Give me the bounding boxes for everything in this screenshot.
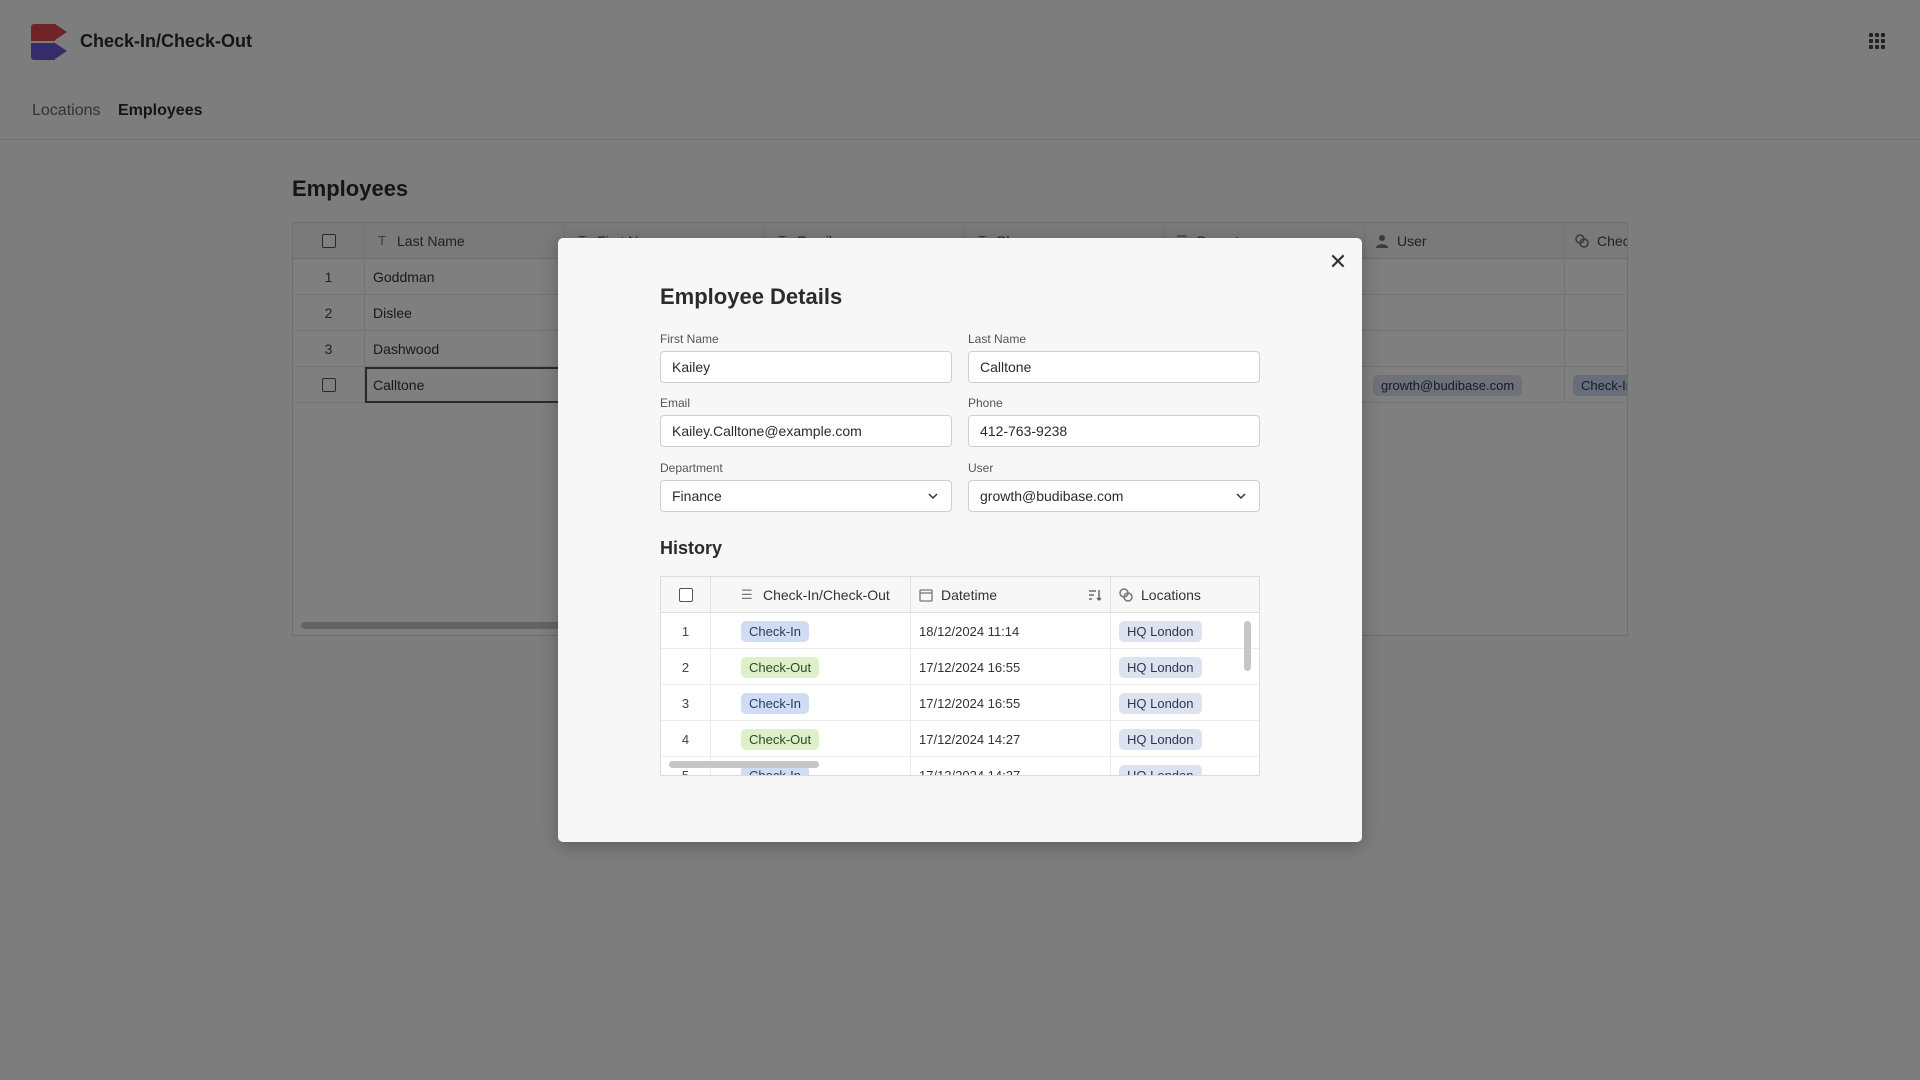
department-value: Finance [672, 488, 722, 504]
calendar-icon [919, 588, 933, 602]
last-name-field[interactable] [968, 351, 1260, 383]
check-out-pill: Check-Out [741, 728, 820, 750]
history-vertical-scrollbar[interactable] [1244, 621, 1251, 671]
last-name-label: Last Name [968, 332, 1027, 346]
options-type-icon: ☰ [741, 587, 753, 602]
history-column-locations[interactable]: Locations [1111, 577, 1259, 613]
check-out-pill: Check-Out [741, 656, 820, 678]
row-number: 4 [661, 721, 711, 757]
last-name-input[interactable] [980, 359, 1248, 375]
history-column-datetime[interactable]: Datetime [911, 577, 1111, 613]
user-select[interactable]: growth@budibase.com [968, 480, 1260, 512]
history-row[interactable]: 1 Check-In 18/12/2024 11:14 HQ London [661, 613, 1259, 649]
history-row[interactable]: 3 Check-In 17/12/2024 16:55 HQ London [661, 685, 1259, 721]
department-select[interactable]: Finance [660, 480, 952, 512]
cell-location[interactable]: HQ London [1111, 721, 1259, 757]
chevron-down-icon [1236, 493, 1246, 500]
cell-location[interactable]: HQ London [1111, 685, 1259, 721]
phone-label: Phone [968, 396, 1003, 410]
cell-location[interactable]: HQ London [1111, 613, 1259, 649]
check-in-pill: Check-In [741, 692, 810, 714]
history-column-type[interactable]: ☰ Check-In/Check-Out [711, 577, 911, 613]
history-select-all-cell [661, 577, 711, 613]
close-icon[interactable]: ✕ [1328, 251, 1348, 273]
modal-title: Employee Details [660, 284, 843, 309]
phone-input[interactable] [980, 423, 1248, 439]
email-label: Email [660, 396, 691, 410]
history-select-all-checkbox[interactable] [678, 588, 693, 602]
row-number: 3 [661, 685, 711, 721]
first-name-field[interactable] [660, 351, 952, 383]
phone-field[interactable] [968, 415, 1260, 447]
department-label: Department [660, 461, 723, 475]
location-pill: HQ London [1119, 620, 1202, 642]
history-horizontal-scrollbar[interactable] [669, 761, 819, 768]
user-label: User [968, 461, 994, 475]
cell-type[interactable]: Check-In [711, 613, 911, 649]
row-number: 2 [661, 649, 711, 685]
cell-location[interactable]: HQ London [1111, 757, 1259, 775]
check-in-pill: Check-In [741, 620, 810, 642]
cell-location[interactable]: HQ London [1111, 649, 1259, 685]
history-table-header: ☰ Check-In/Check-Out Datetime Locations [661, 577, 1259, 613]
cell-datetime[interactable]: 17/12/2024 14:27 [911, 757, 1111, 775]
user-value: growth@budibase.com [980, 488, 1124, 504]
row-number: 1 [661, 613, 711, 649]
cell-type[interactable]: Check-Out [711, 721, 911, 757]
cell-datetime[interactable]: 17/12/2024 16:55 [911, 685, 1111, 721]
cell-datetime[interactable]: 17/12/2024 16:55 [911, 649, 1111, 685]
location-pill: HQ London [1119, 728, 1202, 750]
cell-type[interactable]: Check-In [711, 685, 911, 721]
history-row[interactable]: 4 Check-Out 17/12/2024 14:27 HQ London [661, 721, 1259, 757]
cell-datetime[interactable]: 17/12/2024 14:27 [911, 721, 1111, 757]
history-title: History [660, 538, 723, 558]
cell-type[interactable]: Check-Out [711, 649, 911, 685]
history-row[interactable]: 2 Check-Out 17/12/2024 16:55 HQ London [661, 649, 1259, 685]
location-pill: HQ London [1119, 656, 1202, 678]
sort-icon[interactable] [1088, 588, 1102, 602]
email-input[interactable] [672, 423, 940, 439]
relationship-icon [1119, 588, 1133, 602]
email-field[interactable] [660, 415, 952, 447]
first-name-input[interactable] [672, 359, 940, 375]
location-pill: HQ London [1119, 764, 1202, 775]
first-name-label: First Name [660, 332, 719, 346]
cell-datetime[interactable]: 18/12/2024 11:14 [911, 613, 1111, 649]
chevron-down-icon [928, 493, 938, 500]
location-pill: HQ London [1119, 692, 1202, 714]
employee-details-modal: ✕ Employee Details First Name Last Name … [558, 238, 1362, 842]
history-table: ☰ Check-In/Check-Out Datetime Locations … [660, 576, 1260, 776]
